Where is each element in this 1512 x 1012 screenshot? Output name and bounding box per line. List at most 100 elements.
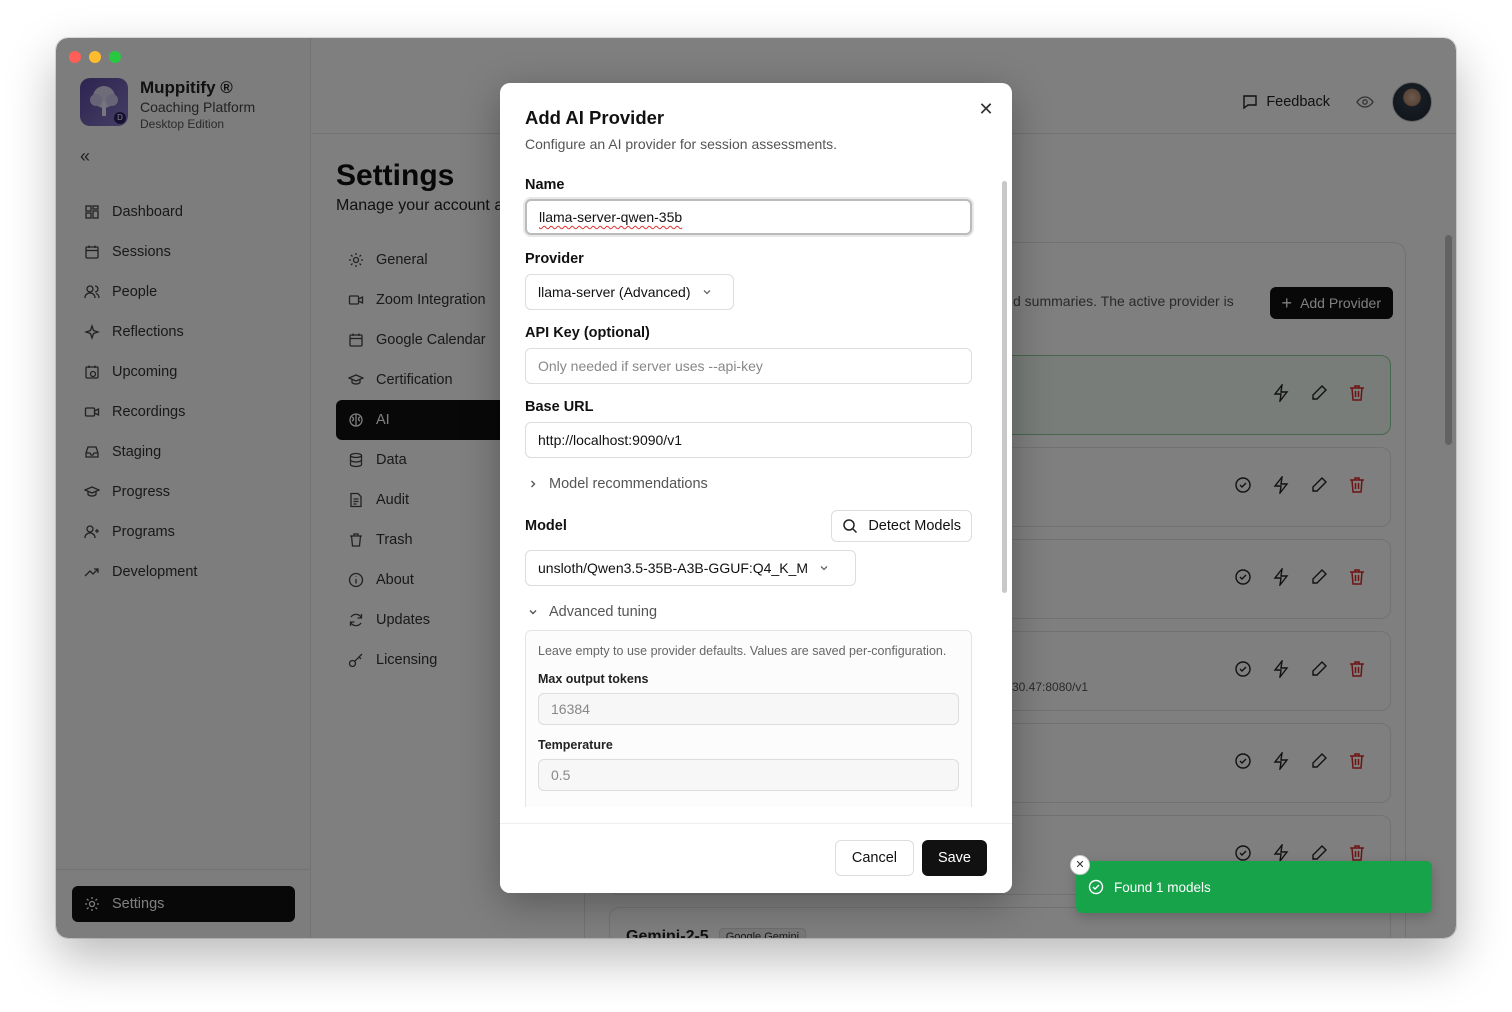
trash-icon[interactable]	[1348, 844, 1366, 862]
sidebar-item-reflections[interactable]: Reflections	[72, 312, 295, 352]
temperature-label: Temperature	[538, 738, 613, 752]
logo-badge: D	[114, 112, 126, 124]
trash-icon[interactable]	[1348, 384, 1366, 402]
check-circle-icon[interactable]	[1234, 660, 1252, 678]
advanced-tuning-panel: Leave empty to use provider defaults. Va…	[525, 630, 972, 807]
pencil-icon[interactable]	[1310, 568, 1328, 586]
settings-nav-label: Licensing	[376, 652, 438, 668]
sidebar-item-settings[interactable]: Settings	[72, 886, 295, 922]
key-icon	[348, 653, 363, 668]
settings-nav-label: Google Calendar	[376, 332, 486, 348]
check-circle-icon[interactable]	[1234, 476, 1252, 494]
trash-icon[interactable]	[1348, 752, 1366, 770]
temperature-field[interactable]: 0.5	[538, 759, 959, 791]
model-recommendations-toggle[interactable]: Model recommendations	[527, 476, 708, 492]
settings-nav-label: About	[376, 572, 414, 588]
sidebar-item-progress[interactable]: Progress	[72, 472, 295, 512]
advanced-tuning-toggle[interactable]: Advanced tuning	[527, 604, 657, 620]
sidebar-item-label: Recordings	[112, 404, 186, 420]
api-key-field[interactable]: Only needed if server uses --api-key	[525, 348, 972, 384]
eye-icon[interactable]	[1356, 94, 1374, 115]
sidebar-item-people[interactable]: People	[72, 272, 295, 312]
trash-icon[interactable]	[1348, 660, 1366, 678]
base-url-field[interactable]: http://localhost:9090/v1	[525, 422, 972, 458]
app-subtitle: Coaching Platform	[140, 99, 256, 115]
provider-select[interactable]: llama-server (Advanced)	[525, 274, 734, 310]
gear-icon	[349, 253, 363, 267]
gear-icon	[85, 897, 99, 911]
pencil-icon[interactable]	[1310, 844, 1328, 862]
zap-icon[interactable]	[1272, 844, 1290, 862]
page-title: Settings	[336, 159, 455, 192]
zap-icon[interactable]	[1272, 660, 1290, 678]
provider-name: Gemini-2-5 Google Gemini	[626, 928, 807, 938]
trash-icon[interactable]	[1348, 568, 1366, 586]
sidebar-item-label: Staging	[112, 444, 162, 460]
model-select[interactable]: unsloth/Qwen3.5-35B-A3B-GGUF:Q4_K_M	[525, 550, 856, 586]
name-label: Name	[525, 177, 565, 193]
trash-icon	[350, 533, 362, 547]
card-actions	[1234, 476, 1366, 494]
card-actions	[1234, 660, 1366, 678]
toast-close-icon[interactable]: ✕	[1070, 855, 1090, 875]
zap-icon[interactable]	[1272, 476, 1290, 494]
close-window-button[interactable]	[69, 51, 81, 63]
add-provider-button[interactable]: + Add Provider	[1269, 287, 1393, 319]
main-scrollbar[interactable]	[1445, 235, 1452, 445]
save-button[interactable]: Save	[921, 840, 987, 876]
success-toast: Found 1 models	[1076, 861, 1432, 913]
sidebar-item-development[interactable]: Development	[72, 552, 295, 592]
api-key-label: API Key (optional)	[525, 325, 650, 341]
cancel-button[interactable]: Cancel	[834, 840, 914, 876]
video-icon	[84, 407, 100, 417]
check-circle-icon[interactable]	[1234, 844, 1252, 862]
zap-icon[interactable]	[1272, 384, 1290, 402]
detect-models-button[interactable]: Detect Models	[831, 510, 972, 542]
trash-icon[interactable]	[1348, 476, 1366, 494]
settings-nav-label: Trash	[376, 532, 413, 548]
zap-icon[interactable]	[1272, 568, 1290, 586]
sidebar-item-label: People	[112, 284, 158, 300]
plus-icon: +	[1281, 293, 1293, 313]
message-square-icon	[1243, 95, 1258, 110]
sidebar-item-sessions[interactable]: Sessions	[72, 232, 295, 272]
sidebar-item-recordings[interactable]: Recordings	[72, 392, 295, 432]
check-circle-icon[interactable]	[1234, 752, 1252, 770]
pencil-icon[interactable]	[1310, 476, 1328, 494]
zoom-window-button[interactable]	[109, 51, 121, 63]
chevrons-left-icon[interactable]: «	[80, 146, 90, 167]
name-field[interactable]: llama-server-qwen-35b	[525, 199, 972, 235]
pencil-icon[interactable]	[1310, 660, 1328, 678]
sidebar-item-upcoming[interactable]: Upcoming	[72, 352, 295, 392]
sidebar-item-label: Reflections	[112, 324, 184, 340]
pencil-icon[interactable]	[1310, 384, 1328, 402]
base-url-value: http://localhost:9090/v1	[538, 432, 682, 448]
app-name: Muppitify ®	[140, 78, 233, 97]
zap-icon[interactable]	[1272, 752, 1290, 770]
advanced-note: Leave empty to use provider defaults. Va…	[538, 644, 947, 658]
check-circle-icon	[1088, 879, 1104, 895]
toast-message: Found 1 models	[1114, 879, 1211, 895]
dialog-scrollbar[interactable]	[1002, 181, 1007, 593]
sidebar-item-programs[interactable]: Programs	[72, 512, 295, 552]
close-icon[interactable]: ✕	[976, 99, 996, 119]
calendar-icon	[85, 245, 99, 259]
max-tokens-field[interactable]: 16384	[538, 693, 959, 725]
brain-icon	[349, 413, 363, 427]
sidebar-item-label: Progress	[112, 484, 171, 500]
page-subtitle: Manage your account a	[336, 197, 504, 214]
detect-models-label: Detect Models	[868, 518, 961, 534]
grid-icon	[85, 205, 99, 219]
provider-label: Provider	[525, 251, 584, 267]
brand: D Muppitify ® Coaching Platform Desktop …	[80, 78, 255, 132]
check-circle-icon[interactable]	[1234, 568, 1252, 586]
avatar[interactable]	[1392, 82, 1432, 122]
minimize-window-button[interactable]	[89, 51, 101, 63]
sidebar-item-label: Dashboard	[112, 204, 183, 220]
graduation-cap-icon	[348, 374, 364, 385]
sidebar-item-staging[interactable]: Staging	[72, 432, 295, 472]
sidebar-item-dashboard[interactable]: Dashboard	[72, 192, 295, 232]
pencil-icon[interactable]	[1310, 752, 1328, 770]
feedback-button[interactable]: Feedback	[1242, 94, 1330, 110]
card-actions	[1234, 752, 1366, 770]
